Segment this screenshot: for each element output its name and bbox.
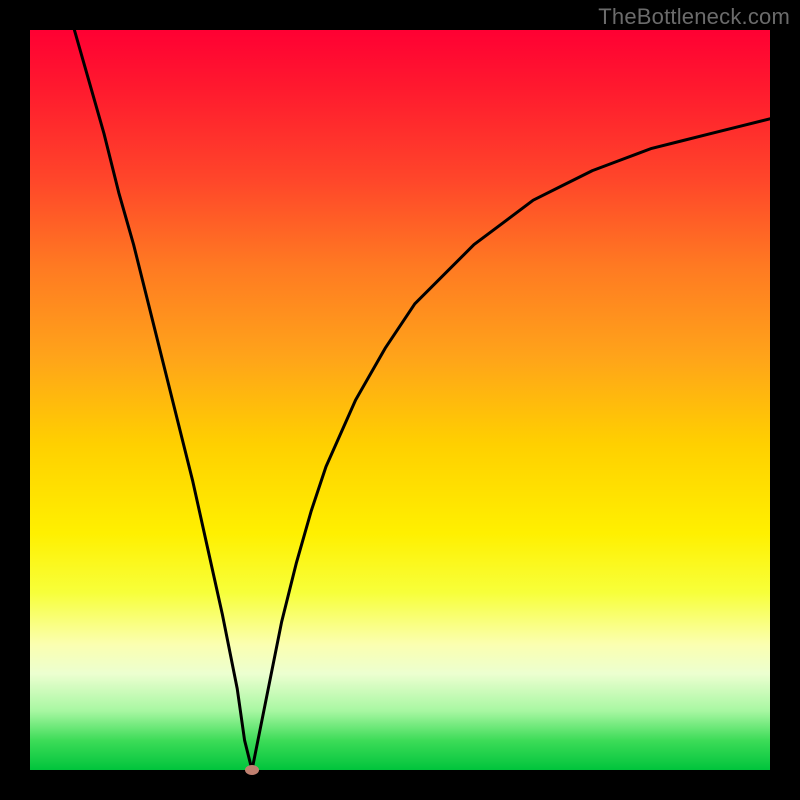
- optimal-point-marker: [245, 765, 259, 775]
- plot-area: [30, 30, 770, 770]
- watermark-label: TheBottleneck.com: [598, 4, 790, 30]
- bottleneck-curve: [30, 30, 770, 770]
- chart-container: TheBottleneck.com: [0, 0, 800, 800]
